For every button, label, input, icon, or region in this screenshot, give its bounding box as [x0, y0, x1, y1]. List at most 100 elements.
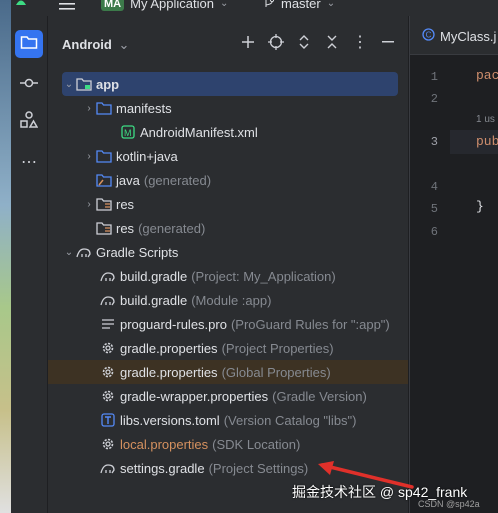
commit-tool-button[interactable]	[15, 70, 43, 98]
tree-item-res[interactable]: › res	[82, 192, 134, 216]
tree-item-gradle-wrapper-properties[interactable]: gradle-wrapper.properties (Gradle Versio…	[100, 384, 367, 408]
tree-item-gradle-scripts[interactable]: ⌄ Gradle Scripts	[62, 240, 179, 264]
panel-header: Android ⌄ ⋮	[48, 16, 408, 72]
chevron-down-icon: ⌄	[219, 0, 229, 9]
folder-icon	[20, 34, 38, 55]
more-tools-icon[interactable]: ⋯	[15, 148, 43, 176]
expand-all-icon[interactable]	[296, 34, 312, 50]
gear-icon	[100, 364, 116, 380]
view-selector[interactable]: Android ⌄	[62, 37, 129, 53]
tree-item-proguard-rules[interactable]: proguard-rules.pro (ProGuard Rules for "…	[100, 312, 390, 336]
structure-tool-button[interactable]	[15, 108, 43, 136]
java-class-icon: C	[422, 28, 435, 44]
chevron-down-icon: ⌄	[118, 37, 130, 52]
chevron-down-icon: ⌄	[326, 0, 336, 9]
folder-icon	[96, 100, 112, 116]
project-tool-button[interactable]	[15, 30, 43, 58]
project-name: My Application	[130, 0, 214, 11]
tree-item-build-gradle-module[interactable]: build.gradle (Module :app)	[100, 288, 271, 312]
gradle-icon	[100, 460, 116, 476]
add-icon[interactable]	[240, 34, 256, 50]
branch-selector[interactable]: master ⌄	[263, 0, 335, 11]
tree-item-settings-gradle[interactable]: settings.gradle (Project Settings)	[100, 456, 308, 480]
code-line: pub	[476, 134, 498, 149]
tree-item-label: kotlin+java	[116, 148, 178, 164]
gradle-icon	[100, 268, 116, 284]
panel-toolbar: ⋮	[240, 34, 396, 51]
line-number: 6	[430, 225, 438, 239]
generated-folder-icon	[96, 172, 112, 188]
tree-item-android-manifest[interactable]: M AndroidManifest.xml	[120, 120, 258, 144]
chevron-right-icon[interactable]: ›	[82, 103, 96, 114]
locate-icon[interactable]	[268, 34, 284, 50]
android-logo-icon	[15, 0, 27, 6]
collapse-all-icon[interactable]	[324, 34, 340, 50]
tree-item-hint: (Gradle Version)	[272, 388, 367, 404]
code-line: pac	[476, 68, 498, 83]
tree-item-label: build.gradle	[120, 268, 188, 284]
svg-text:C: C	[426, 31, 432, 40]
chevron-right-icon[interactable]: ›	[82, 151, 96, 162]
tree-item-label: res	[116, 196, 135, 212]
tree-item-label: AndroidManifest.xml	[140, 124, 258, 140]
project-selector[interactable]: MA My Application ⌄	[101, 0, 228, 11]
tree-item-java-generated[interactable]: java (generated)	[96, 168, 211, 192]
chevron-right-icon[interactable]: ›	[82, 199, 96, 210]
chevron-down-icon[interactable]: ⌄	[62, 247, 76, 258]
project-badge: MA	[101, 0, 125, 11]
minimize-icon[interactable]	[380, 34, 396, 50]
tree-item-label: build.gradle	[120, 292, 188, 308]
shapes-icon	[20, 110, 39, 134]
tree-item-label: res	[116, 220, 135, 236]
tree-item-kotlin-java[interactable]: › kotlin+java	[82, 144, 178, 168]
tree-item-label: Gradle Scripts	[96, 244, 179, 260]
line-number: 4	[430, 180, 438, 194]
manifest-file-icon: M	[120, 124, 136, 140]
tree-item-manifests[interactable]: › manifests	[82, 96, 172, 120]
tree-item-label: gradle.properties	[120, 364, 218, 380]
module-folder-icon	[76, 76, 92, 92]
options-icon[interactable]: ⋮	[352, 34, 368, 51]
editor-tab-label: MyClass.j	[440, 28, 497, 44]
gradle-icon	[76, 244, 92, 260]
tree-item-hint: (generated)	[138, 220, 206, 236]
line-number: 3	[430, 135, 438, 149]
text-file-icon	[100, 316, 116, 332]
chevron-down-icon[interactable]: ⌄	[62, 79, 76, 90]
tree-item-label: local.properties	[120, 436, 209, 452]
tool-window-stripe: ⋯	[11, 16, 48, 513]
tree-item-hint: (Project: My_Application)	[191, 268, 336, 284]
tree-item-hint: (SDK Location)	[212, 436, 301, 452]
branch-name: master	[281, 0, 321, 11]
svg-text:M: M	[124, 128, 132, 138]
main-menu-icon[interactable]	[59, 0, 75, 10]
resource-folder-icon	[96, 196, 112, 212]
tree-item-app[interactable]: ⌄ app	[62, 72, 398, 96]
tree-item-hint: (Project Properties)	[221, 340, 334, 356]
tree-item-gradle-properties-global[interactable]: gradle.properties (Global Properties)	[48, 360, 408, 384]
gradle-icon	[100, 292, 116, 308]
panel-title: Android	[62, 37, 112, 52]
tree-item-libs-versions-toml[interactable]: libs.versions.toml (Version Catalog "lib…	[100, 408, 357, 432]
tree-item-hint: (Version Catalog "libs")	[223, 412, 357, 428]
tree-item-build-gradle-project[interactable]: build.gradle (Project: My_Application)	[100, 264, 336, 288]
tree-item-label: app	[96, 76, 120, 92]
tree-item-label: manifests	[116, 100, 172, 116]
tree-item-label: proguard-rules.pro	[120, 316, 227, 332]
tree-item-local-properties[interactable]: local.properties (SDK Location)	[100, 432, 300, 456]
csdn-watermark: CSDN @sp42a	[418, 499, 480, 509]
title-bar: MA My Application ⌄ master ⌄	[11, 0, 498, 16]
gear-icon	[100, 340, 116, 356]
tree-item-hint: (Project Settings)	[208, 460, 309, 476]
line-number: 2	[430, 92, 438, 106]
editor-tab-myclass[interactable]: C MyClass.j	[422, 28, 496, 44]
tree-item-res-generated[interactable]: res (generated)	[96, 216, 205, 240]
line-number: 1	[430, 70, 438, 84]
tree-item-gradle-properties-project[interactable]: gradle.properties (Project Properties)	[100, 336, 334, 360]
desktop-background	[0, 0, 11, 513]
tree-item-hint: (Global Properties)	[221, 364, 331, 380]
tree-item-label: gradle.properties	[120, 340, 218, 356]
tree-item-label: java	[116, 172, 140, 188]
commit-icon	[20, 75, 38, 93]
usages-hint: 1 us	[476, 114, 495, 125]
